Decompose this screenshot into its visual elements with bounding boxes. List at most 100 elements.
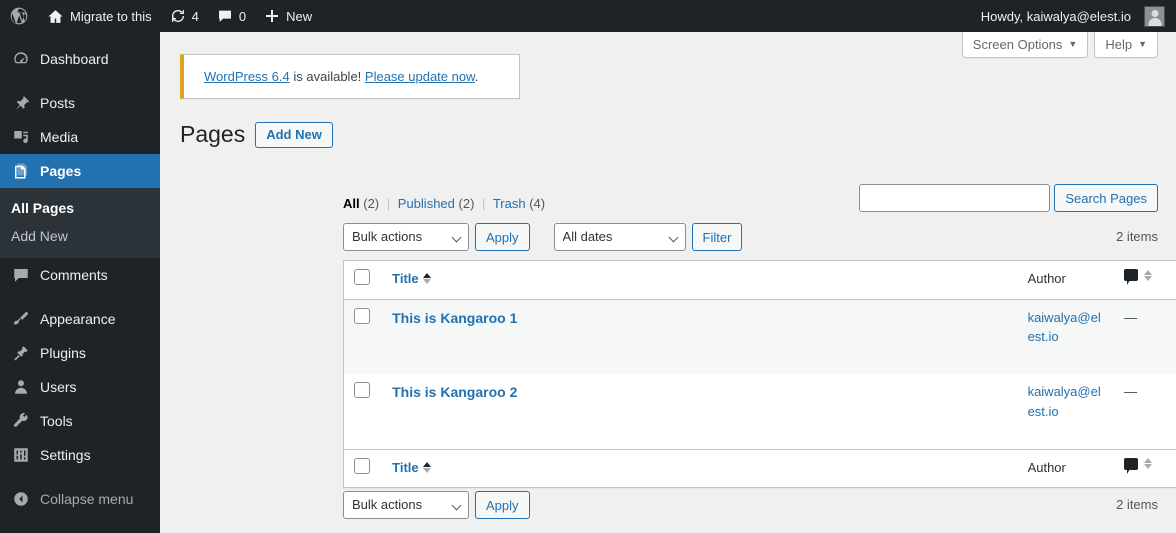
pages-list-table: Title Author This is Kangaroo 1 kaiwalya…: [343, 260, 1176, 488]
column-header-title[interactable]: Title: [382, 260, 1018, 300]
row-checkbox[interactable]: [354, 382, 370, 398]
sidebar-item-posts[interactable]: Posts: [0, 86, 160, 120]
bulk-actions-select-bottom[interactable]: Bulk actions: [343, 491, 469, 519]
media-icon: [11, 127, 31, 147]
sidebar-item-dashboard[interactable]: Dashboard: [0, 42, 160, 76]
pages-submenu: All Pages Add New: [0, 188, 160, 258]
chevron-down-icon: ▼: [1138, 39, 1147, 49]
table-body: This is Kangaroo 1 kaiwalya@elest.io — P…: [343, 299, 1176, 449]
column-footer-title[interactable]: Title: [382, 448, 1018, 488]
dates-select-wrapper: All dates: [553, 223, 686, 251]
column-footer-comments[interactable]: [1114, 448, 1176, 488]
search-input[interactable]: [859, 184, 1051, 212]
page-title: Pages: [180, 121, 246, 147]
dashboard-icon: [11, 49, 31, 69]
filter-button[interactable]: Filter: [691, 223, 743, 251]
select-all-checkbox-bottom[interactable]: [354, 457, 370, 474]
table-row: This is Kangaroo 1 kaiwalya@elest.io — P…: [343, 299, 1176, 374]
filter-separator: |: [482, 196, 486, 211]
sort-title-link-bottom[interactable]: Title: [392, 458, 431, 478]
sidebar-item-label: Tools: [40, 413, 73, 429]
filter-link-published[interactable]: Published: [398, 196, 455, 211]
date-filter-select[interactable]: All dates: [553, 223, 686, 251]
wp-logo-menu[interactable]: [0, 0, 38, 32]
filter-separator: |: [386, 196, 391, 211]
plug-icon: [11, 343, 31, 363]
sidebar-subitem-all-pages[interactable]: All Pages: [0, 194, 160, 222]
sidebar-item-label: Comments: [40, 267, 108, 283]
admin-bar: Migrate to this 4 0 New Howdy, kaiwalya@…: [0, 0, 1176, 32]
page-title-link[interactable]: This is Kangaroo 1: [392, 310, 517, 326]
collapse-arrow-icon: [11, 489, 31, 509]
sidebar-item-pages[interactable]: Pages: [0, 154, 168, 188]
sidebar-item-users[interactable]: Users: [0, 370, 160, 404]
sidebar-subitem-add-new[interactable]: Add New: [0, 222, 160, 250]
bulk-actions-select-top[interactable]: Bulk actions: [343, 223, 469, 251]
filter-link-all[interactable]: All: [343, 196, 360, 211]
sidebar-item-appearance[interactable]: Appearance: [0, 302, 160, 336]
page-title-link[interactable]: This is Kangaroo 2: [392, 384, 517, 400]
notice-end-text: .: [474, 69, 479, 84]
filter-link-trash[interactable]: Trash: [493, 196, 526, 211]
row-checkbox-cell: [343, 299, 383, 374]
my-account-menu[interactable]: Howdy, kaiwalya@elest.io: [972, 0, 1176, 32]
collapse-menu-button[interactable]: Collapse menu: [0, 482, 160, 516]
table-row: This is Kangaroo 2 kaiwalya@elest.io — P…: [344, 374, 1176, 449]
sidebar-item-label: Appearance: [40, 311, 116, 327]
author-link[interactable]: kaiwalya@elest.io: [1028, 384, 1101, 419]
row-checkbox[interactable]: [354, 307, 370, 324]
site-name-menu[interactable]: Migrate to this: [38, 0, 161, 32]
wrench-icon: [11, 411, 31, 431]
select-all-checkbox-top[interactable]: [354, 269, 370, 285]
chevron-down-icon: ▼: [1068, 39, 1078, 49]
brush-icon: [11, 309, 31, 329]
comments-menu[interactable]: 0: [208, 0, 255, 32]
select-all-footer: [343, 448, 383, 488]
sidebar-item-plugins[interactable]: Plugins: [0, 336, 160, 370]
screen-options-button[interactable]: Screen Options ▼: [961, 32, 1089, 58]
filter-count-published: (2): [458, 196, 475, 211]
add-new-button[interactable]: Add New: [255, 121, 333, 148]
update-now-link[interactable]: Please update now: [365, 69, 475, 84]
new-content-label: New: [286, 8, 313, 24]
search-box: Search Pages: [859, 184, 1158, 212]
howdy-label: Howdy, kaiwalya@elest.io: [980, 8, 1131, 24]
sort-indicator-icon: [422, 273, 431, 285]
apply-button-top[interactable]: Apply: [475, 223, 530, 251]
plus-icon: [264, 8, 280, 24]
table-footer-row: Title Author: [343, 448, 1176, 488]
help-label: Help: [1105, 37, 1133, 52]
main-content: Screen Options ▼ Help ▼ WordPress 6.4 is…: [160, 32, 1176, 533]
table-foot: Title Author: [343, 448, 1176, 488]
sort-title-link-top[interactable]: Title: [392, 269, 431, 289]
updates-icon: [170, 8, 186, 24]
help-button[interactable]: Help ▼: [1094, 32, 1158, 58]
select-all-header: [343, 260, 383, 300]
screen-options-label: Screen Options: [972, 37, 1063, 52]
sidebar-item-settings[interactable]: Settings: [0, 438, 160, 472]
sidebar-item-label: Media: [40, 129, 79, 145]
search-pages-button[interactable]: Search Pages: [1054, 184, 1158, 212]
apply-button-bottom[interactable]: Apply: [475, 491, 530, 519]
author-link[interactable]: kaiwalya@elest.io: [1028, 310, 1101, 345]
sort-indicator-icon: [1144, 269, 1153, 281]
column-header-comments[interactable]: [1114, 260, 1176, 300]
row-title-cell: This is Kangaroo 2: [382, 374, 1017, 449]
notice-middle-text: is available!: [289, 69, 365, 84]
pin-icon: [11, 93, 31, 113]
comment-icon: [11, 265, 31, 285]
comment-bubble-icon: [217, 8, 233, 24]
comment-bubble-icon: [1124, 269, 1139, 285]
new-content-menu[interactable]: New: [255, 0, 321, 32]
items-count-bottom: 2 items: [1116, 497, 1158, 512]
sidebar-item-tools[interactable]: Tools: [0, 404, 160, 438]
wordpress-logo-icon: [9, 6, 29, 26]
row-comments-cell: —: [1114, 299, 1176, 374]
sidebar-item-comments[interactable]: Comments: [0, 258, 160, 292]
sidebar-item-label: Settings: [40, 447, 91, 463]
sidebar-item-label: Plugins: [40, 345, 86, 361]
sidebar-item-media[interactable]: Media: [0, 120, 160, 154]
updates-menu[interactable]: 4: [161, 0, 208, 32]
sliders-icon: [11, 445, 31, 465]
wordpress-version-link[interactable]: WordPress 6.4: [204, 69, 290, 84]
